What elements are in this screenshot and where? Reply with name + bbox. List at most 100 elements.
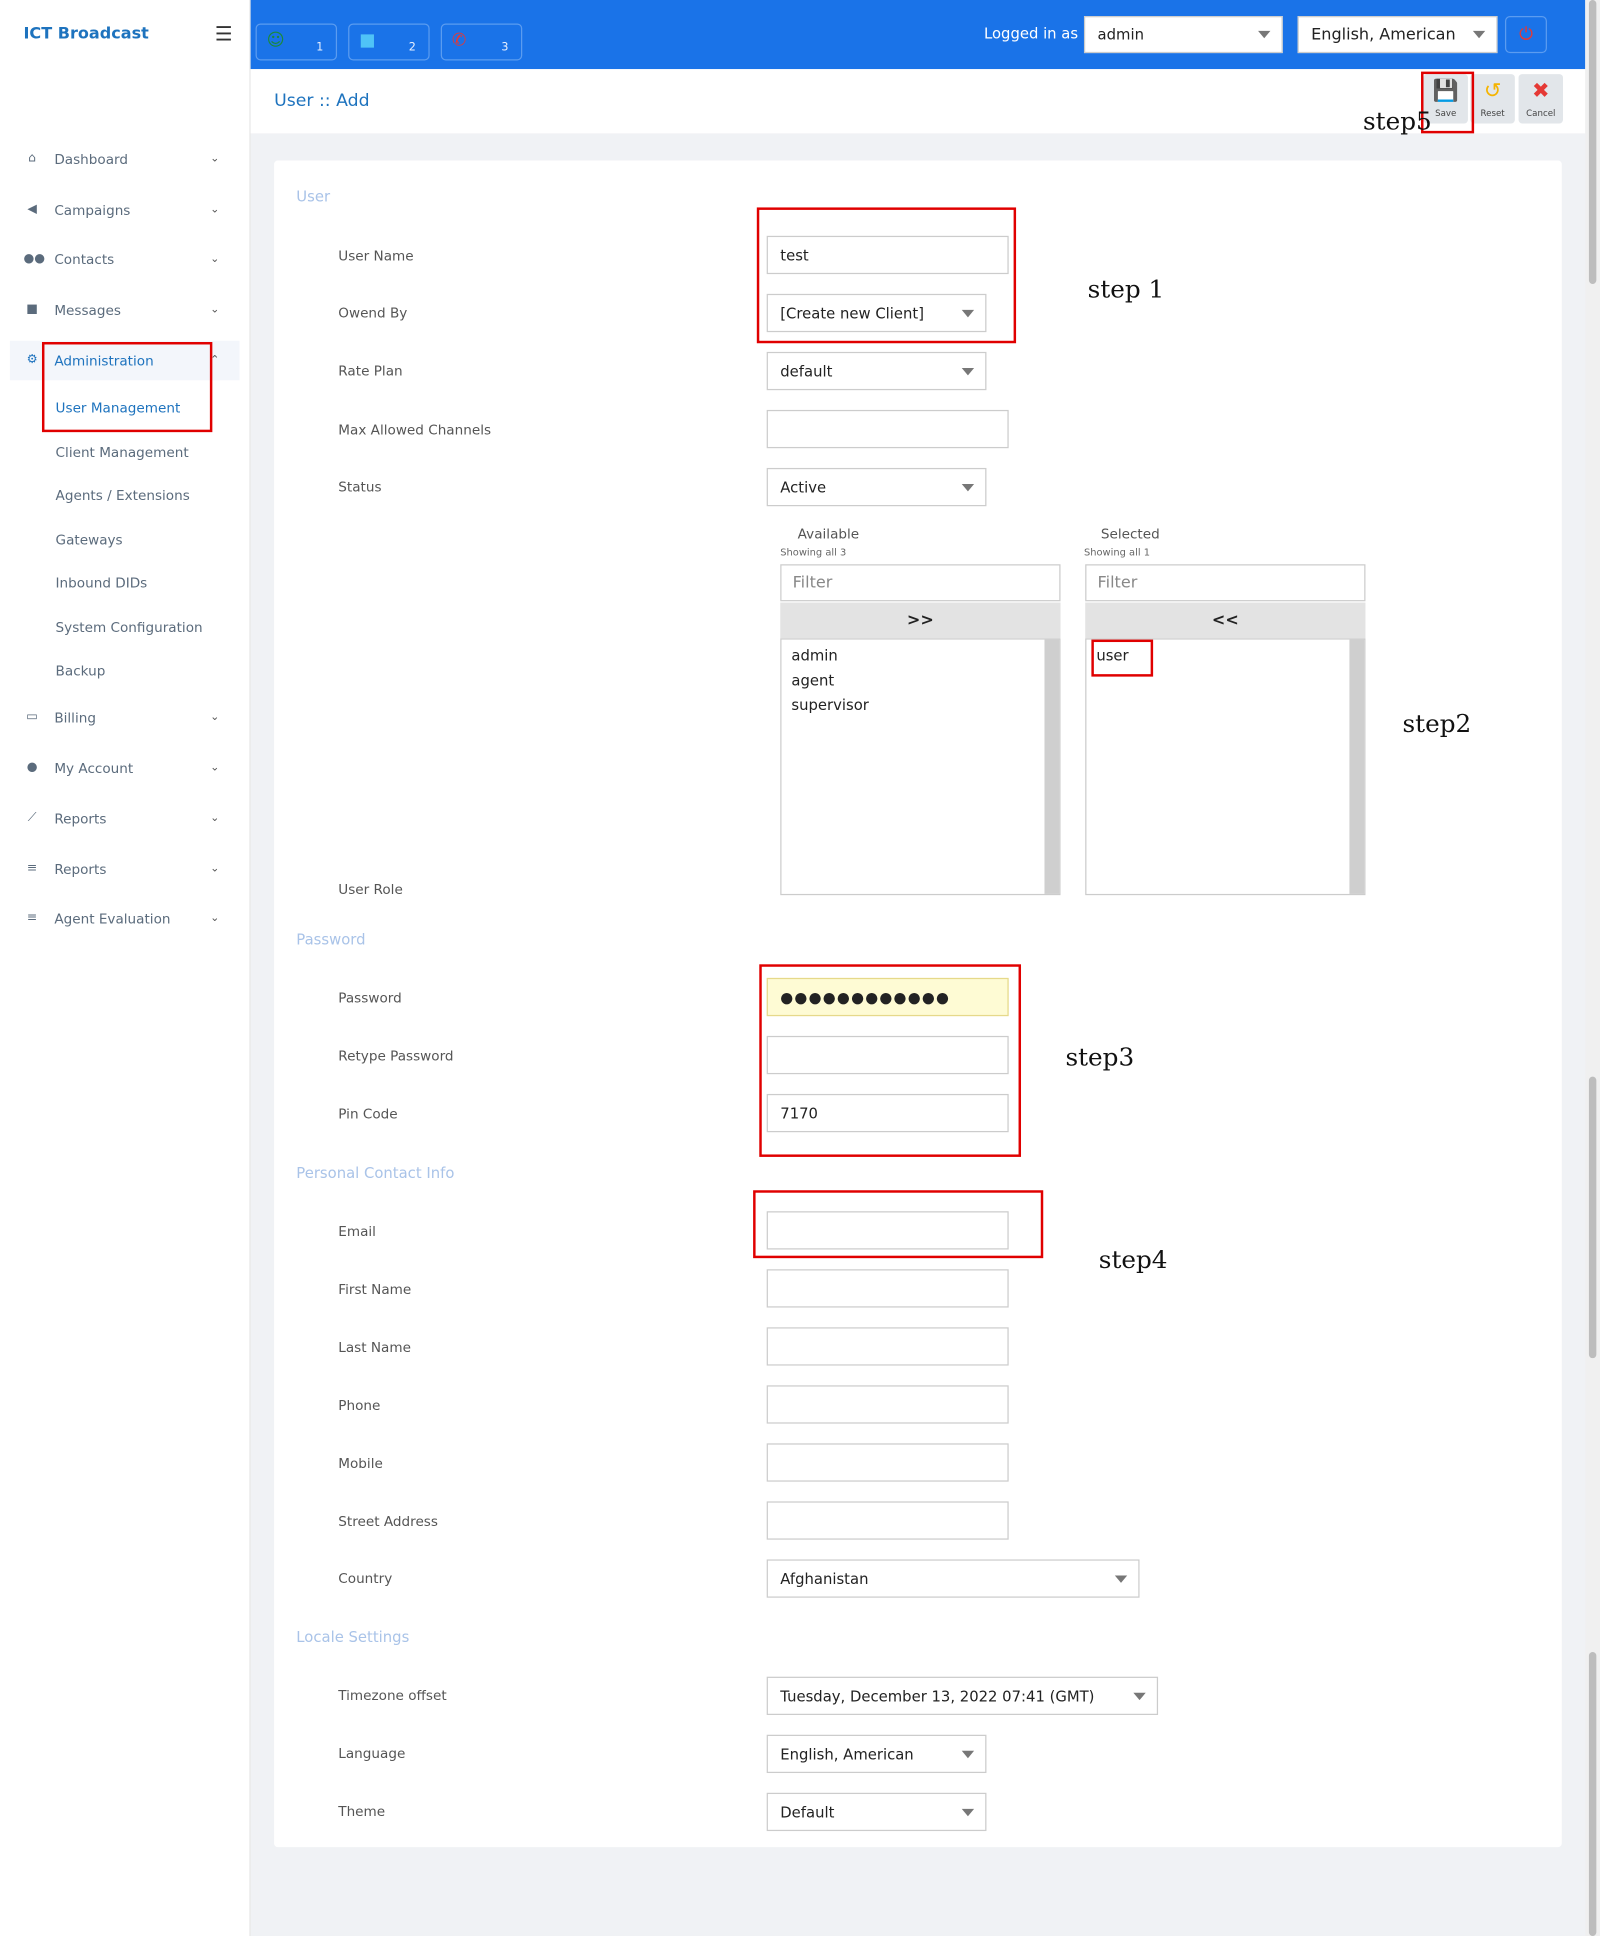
section-password: Password <box>296 930 366 949</box>
hamburger-icon[interactable]: ☰ <box>215 22 233 45</box>
cancel-button[interactable]: ✖ Cancel <box>1518 74 1564 124</box>
label-pin-code: Pin Code <box>338 1106 398 1123</box>
sidebar-item-label: Campaigns <box>54 201 131 218</box>
country-select[interactable]: Afghanistan <box>766 1559 1140 1598</box>
page-scrollbar[interactable] <box>1585 0 1600 1936</box>
logout-button[interactable]: ⏻ <box>1504 16 1547 54</box>
selected-roles-list[interactable]: user <box>1085 638 1366 896</box>
chat-button[interactable]: ■ 2 <box>348 23 430 61</box>
sidebar-item-label: Messages <box>54 301 121 318</box>
scrollbar-thumb[interactable] <box>1588 0 1597 284</box>
users-icon: ●● <box>23 251 46 266</box>
reset-button[interactable]: ↺ Reset <box>1470 74 1515 124</box>
sidebar-item-reports[interactable]: ⟋ Reports ⌄ <box>10 799 240 839</box>
agents-button[interactable]: ☺ 1 <box>255 23 338 61</box>
sidebar-item-agent-evaluation[interactable]: ≡ Agent Evaluation ⌄ <box>10 899 240 939</box>
sidebar-item-contacts[interactable]: ●● Contacts ⌄ <box>10 240 240 280</box>
timezone-value: Tuesday, December 13, 2022 07:41 (GMT) <box>780 1687 1095 1705</box>
last-name-field[interactable] <box>766 1327 1009 1366</box>
timezone-select[interactable]: Tuesday, December 13, 2022 07:41 (GMT) <box>766 1676 1159 1715</box>
label-street: Street Address <box>338 1513 438 1530</box>
annotation-box-admin <box>41 342 213 433</box>
user-select[interactable]: admin <box>1083 16 1283 54</box>
label-user-role: User Role <box>338 881 403 898</box>
list-scrollbar[interactable] <box>1349 639 1365 894</box>
status-value: Active <box>780 478 827 496</box>
sidebar-item-label: My Account <box>54 759 134 777</box>
sidebar-item-my-account[interactable]: ● My Account ⌄ <box>10 748 240 788</box>
chart-line-icon: ⟋ <box>27 811 37 825</box>
sidebar-sub-client-management[interactable]: Client Management <box>56 444 189 460</box>
annotation-box-step3 <box>759 964 1022 1157</box>
breadcrumb: User :: Add <box>274 91 370 112</box>
language-field-select[interactable]: English, American <box>766 1734 987 1774</box>
step1-annotation: step 1 <box>1087 274 1165 304</box>
theme-value: Default <box>780 1803 835 1821</box>
chevron-down-icon: ⌄ <box>210 711 220 724</box>
list-item[interactable]: admin <box>782 643 1060 668</box>
sidebar-sub-system-configuration[interactable]: System Configuration <box>56 620 203 636</box>
step5-annotation: step5 <box>1362 106 1432 136</box>
language-value: English, American <box>780 1745 914 1763</box>
sidebar-item-billing[interactable]: ▭ Billing ⌄ <box>10 698 240 738</box>
undo-icon: ↺ <box>1483 79 1502 104</box>
label-phone: Phone <box>338 1397 381 1414</box>
scrollbar-thumb[interactable] <box>1588 1076 1597 1359</box>
sidebar-item-label: Agent Evaluation <box>54 910 171 927</box>
label-last-name: Last Name <box>338 1339 411 1356</box>
language-select[interactable]: English, American <box>1297 16 1498 54</box>
phone-field[interactable] <box>766 1385 1009 1424</box>
street-field[interactable] <box>766 1501 1009 1540</box>
chevron-down-icon: ⌄ <box>210 863 220 876</box>
power-icon: ⏻ <box>1519 24 1533 45</box>
move-all-left-button[interactable]: << <box>1085 602 1366 639</box>
label-retype-password: Retype Password <box>338 1048 454 1065</box>
sidebar-item-label: Contacts <box>54 251 115 268</box>
selected-filter-input[interactable]: Filter <box>1085 564 1366 602</box>
chevron-down-icon: ⌄ <box>210 153 220 166</box>
list-scrollbar[interactable] <box>1044 639 1060 894</box>
sidebar-item-label: Dashboard <box>54 151 129 168</box>
first-name-field[interactable] <box>766 1269 1009 1308</box>
label-country: Country <box>338 1570 393 1587</box>
move-all-right-button[interactable]: >> <box>780 602 1061 639</box>
status-select[interactable]: Active <box>766 467 987 507</box>
chevron-down-icon: ⌄ <box>210 253 220 266</box>
caret-down-icon <box>961 483 975 491</box>
sidebar-sub-agents-extensions[interactable]: Agents / Extensions <box>56 488 190 504</box>
chevron-down-icon: ⌄ <box>210 203 220 217</box>
sidebar-item-messages[interactable]: ■ Messages ⌄ <box>10 290 240 330</box>
label-email: Email <box>338 1223 376 1240</box>
available-filter-input[interactable]: Filter <box>780 564 1061 602</box>
step4-annotation: step4 <box>1098 1244 1168 1275</box>
section-locale: Locale Settings <box>296 1628 410 1646</box>
section-contact: Personal Contact Info <box>296 1164 455 1182</box>
annotation-box-step4 <box>753 1190 1044 1259</box>
sidebar-item-campaigns[interactable]: ◀ Campaigns ⌄ <box>10 190 240 230</box>
rate-plan-select[interactable]: default <box>766 351 987 391</box>
label-language: Language <box>338 1745 406 1762</box>
sidebar-sub-gateways[interactable]: Gateways <box>56 532 123 548</box>
sidebar-item-reports-list[interactable]: ≡ Reports ⌄ <box>10 849 240 889</box>
list-item[interactable]: agent <box>782 668 1060 693</box>
annotation-box-step2 <box>1091 639 1154 677</box>
sidebar-item-label: Reports <box>54 861 107 878</box>
theme-select[interactable]: Default <box>766 1792 987 1832</box>
available-roles-list[interactable]: admin agent supervisor <box>780 638 1061 896</box>
calls-button[interactable]: ✆ 3 <box>440 23 523 61</box>
list-check-icon: ≡ <box>26 911 38 925</box>
chevron-down-icon: ⌄ <box>210 812 220 825</box>
sidebar-item-dashboard[interactable]: ⌂ Dashboard ⌄ <box>10 140 240 180</box>
sidebar-sub-inbound-dids[interactable]: Inbound DIDs <box>56 575 148 591</box>
max-channels-field[interactable] <box>766 409 1009 449</box>
available-title: Available <box>797 525 860 543</box>
selected-count: Showing all 1 <box>1083 546 1151 559</box>
sidebar-item-label: Billing <box>54 709 96 726</box>
brand-title[interactable]: ICT Broadcast <box>23 25 148 44</box>
gears-icon: ⚙ <box>26 353 38 367</box>
scrollbar-thumb[interactable] <box>1588 1652 1597 1936</box>
sidebar-sub-backup[interactable]: Backup <box>56 663 106 679</box>
list-item[interactable]: supervisor <box>782 693 1060 718</box>
label-status: Status <box>338 479 382 496</box>
mobile-field[interactable] <box>766 1443 1009 1482</box>
